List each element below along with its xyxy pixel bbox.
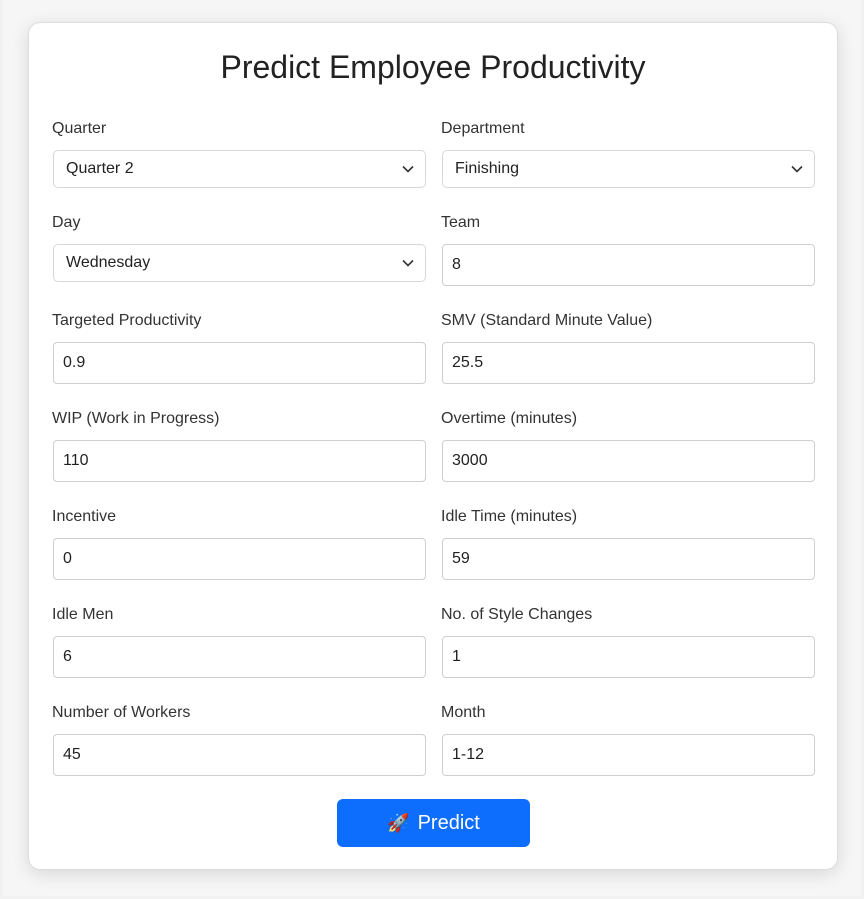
prediction-form-card: Predict Employee Productivity Quarter Qu… [28, 22, 838, 870]
style-changes-label: No. of Style Changes [441, 606, 593, 623]
style-changes-input[interactable]: 1 [442, 636, 815, 678]
workers-label: Number of Workers [52, 704, 191, 721]
idle-time-input[interactable]: 59 [442, 538, 815, 580]
predict-button-label: Predict [417, 811, 480, 834]
chevron-down-icon [402, 259, 414, 267]
team-label: Team [441, 214, 481, 231]
wip-value: 110 [63, 452, 89, 469]
department-value: Finishing [455, 160, 520, 177]
wip-input[interactable]: 110 [53, 440, 426, 482]
team-value: 8 [452, 256, 461, 273]
style-changes-value: 1 [452, 648, 461, 665]
smv-value: 25.5 [452, 354, 484, 371]
targeted-productivity-label: Targeted Productivity [52, 312, 202, 329]
wip-label: WIP (Work in Progress) [52, 410, 220, 427]
quarter-select[interactable]: Quarter 2 [53, 150, 426, 188]
smv-label: SMV (Standard Minute Value) [441, 312, 653, 329]
quarter-label: Quarter [52, 120, 107, 137]
department-label: Department [441, 120, 525, 137]
incentive-label: Incentive [52, 508, 117, 525]
overtime-label: Overtime (minutes) [441, 410, 578, 427]
chevron-down-icon [791, 165, 803, 173]
page-title: Predict Employee Productivity [220, 49, 646, 85]
idle-men-value: 6 [63, 648, 72, 665]
rocket-icon: 🚀 [387, 813, 410, 833]
incentive-value: 0 [63, 550, 72, 567]
day-label: Day [52, 214, 81, 231]
department-select[interactable]: Finishing [442, 150, 815, 188]
day-select[interactable]: Wednesday [53, 244, 426, 282]
idle-men-label: Idle Men [52, 606, 114, 623]
month-label: Month [441, 704, 486, 721]
predict-button[interactable]: 🚀 Predict [337, 799, 530, 847]
day-value: Wednesday [66, 254, 151, 271]
incentive-input[interactable]: 0 [53, 538, 426, 580]
smv-input[interactable]: 25.5 [442, 342, 815, 384]
team-input[interactable]: 8 [442, 244, 815, 286]
idle-time-value: 59 [452, 550, 470, 567]
month-input[interactable]: 1-12 [442, 734, 815, 776]
idle-time-label: Idle Time (minutes) [441, 508, 578, 525]
workers-value: 45 [63, 746, 81, 763]
idle-men-input[interactable]: 6 [53, 636, 426, 678]
workers-input[interactable]: 45 [53, 734, 426, 776]
overtime-input[interactable]: 3000 [442, 440, 815, 482]
chevron-down-icon [402, 165, 414, 173]
targeted-productivity-value: 0.9 [63, 354, 86, 371]
overtime-value: 3000 [452, 452, 488, 469]
targeted-productivity-input[interactable]: 0.9 [53, 342, 426, 384]
quarter-value: Quarter 2 [66, 160, 134, 177]
month-value: 1-12 [452, 746, 485, 763]
